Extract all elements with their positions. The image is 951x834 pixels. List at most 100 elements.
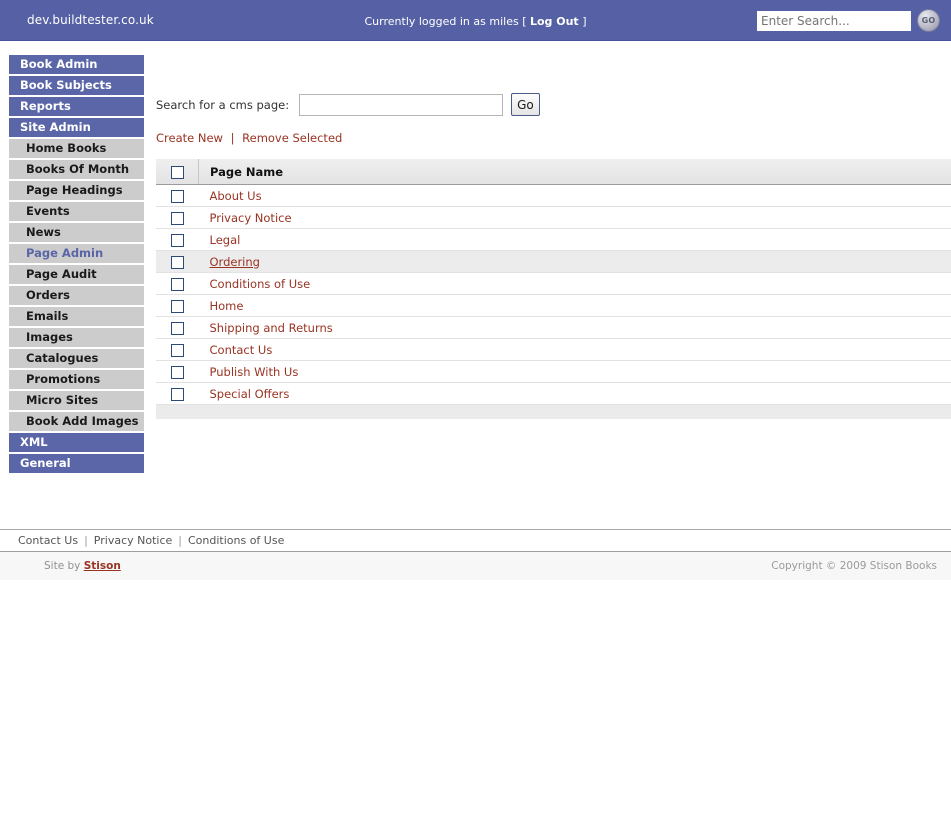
sidebar-item-books-of-month[interactable]: Books Of Month (9, 160, 144, 179)
row-checkbox-cell (156, 272, 199, 295)
stison-link[interactable]: Stison (84, 560, 121, 572)
select-all-header (156, 159, 199, 185)
row-checkbox-cell (156, 338, 199, 361)
row-checkbox[interactable] (170, 299, 184, 313)
sidebar-item-orders[interactable]: Orders (9, 286, 144, 305)
row-checkbox[interactable] (170, 365, 184, 379)
table-footer-row (156, 404, 951, 419)
page-name-cell: Privacy Notice (198, 206, 951, 229)
row-checkbox[interactable] (170, 343, 184, 357)
row-checkbox-cell (156, 360, 199, 383)
sidebar-item-general[interactable]: General (9, 454, 144, 473)
cms-pages-table: Page Name About Us Privacy Notice Legal Ord… (156, 159, 951, 419)
row-checkbox[interactable] (170, 321, 184, 335)
sidebar-item-catalogues[interactable]: Catalogues (9, 349, 144, 368)
row-checkbox[interactable] (170, 211, 184, 225)
page-name-link[interactable]: Conditions of Use (210, 277, 311, 291)
table-row[interactable]: About Us (156, 184, 951, 207)
create-new-link[interactable]: Create New (156, 131, 223, 145)
sidebar-navigation: Book Admin Book Subjects Reports Site Admin… (9, 55, 144, 475)
sidebar-item-home-books[interactable]: Home Books (9, 139, 144, 158)
row-checkbox-cell (156, 316, 199, 339)
sidebar-item-news[interactable]: News (9, 223, 144, 242)
footer-link-privacy-notice[interactable]: Privacy Notice (94, 534, 172, 547)
table-row[interactable]: Legal (156, 228, 951, 251)
footer-links: Contact Us | Privacy Notice | Conditions of … (0, 529, 951, 551)
page-name-link[interactable]: Shipping and Returns (210, 321, 333, 335)
page-name-link[interactable]: Home (210, 299, 244, 313)
table-row[interactable]: Shipping and Returns (156, 316, 951, 339)
row-checkbox[interactable] (170, 189, 184, 203)
sidebar-item-book-add-images[interactable]: Book Add Images (9, 412, 144, 431)
row-checkbox[interactable] (170, 233, 184, 247)
row-checkbox[interactable] (170, 255, 184, 269)
row-checkbox-cell (156, 294, 199, 317)
site-by-label: Site by (44, 560, 84, 572)
sidebar-item-events[interactable]: Events (9, 202, 144, 221)
table-body: About Us Privacy Notice Legal Ordering Condi… (156, 184, 951, 405)
cms-search-go-button[interactable]: Go (511, 93, 540, 116)
search-go-icon[interactable]: GO (917, 9, 940, 32)
cms-page-search-row: Search for a cms page: Go (156, 41, 951, 116)
row-checkbox[interactable] (170, 387, 184, 401)
page-name-link[interactable]: Special Offers (210, 387, 290, 401)
sidebar-item-page-admin[interactable]: Page Admin (9, 244, 144, 263)
sidebar-item-promotions[interactable]: Promotions (9, 370, 144, 389)
sidebar-item-micro-sites[interactable]: Micro Sites (9, 391, 144, 410)
cms-search-input[interactable] (299, 93, 504, 116)
login-status-suffix: ] (582, 15, 587, 28)
page-shell: Book Admin Book Subjects Reports Site Admin… (0, 41, 951, 580)
page-name-cell: Special Offers (198, 382, 951, 405)
page-name-cell: Home (198, 294, 951, 317)
table-row[interactable]: Publish With Us (156, 360, 951, 383)
table-row[interactable]: Privacy Notice (156, 206, 951, 229)
row-checkbox[interactable] (170, 277, 184, 291)
sidebar-item-images[interactable]: Images (9, 328, 144, 347)
page-name-link[interactable]: Ordering (210, 255, 260, 269)
page-name-link[interactable]: Publish With Us (210, 365, 299, 379)
row-checkbox-cell (156, 382, 199, 405)
page-name-link[interactable]: Legal (210, 233, 241, 247)
cms-search-label: Search for a cms page: (156, 97, 290, 112)
table-row[interactable]: Conditions of Use (156, 272, 951, 295)
page-name-cell: Contact Us (198, 338, 951, 361)
sidebar-item-xml[interactable]: XML (9, 433, 144, 452)
footer-link-conditions-of-use[interactable]: Conditions of Use (188, 534, 284, 547)
sidebar-item-page-headings[interactable]: Page Headings (9, 181, 144, 200)
table-header-row: Page Name (156, 159, 951, 185)
table-row[interactable]: Special Offers (156, 382, 951, 405)
sidebar-item-book-admin[interactable]: Book Admin (9, 55, 144, 74)
copyright-label: Copyright © 2009 Stison Books (771, 560, 937, 572)
header-search: GO (757, 9, 940, 32)
page-name-cell: Conditions of Use (198, 272, 951, 295)
table-row[interactable]: Home (156, 294, 951, 317)
row-checkbox-cell (156, 250, 199, 273)
action-links-separator: | (230, 131, 235, 145)
footer-link-separator: | (178, 534, 182, 547)
table-head: Page Name (156, 159, 951, 185)
page-name-link[interactable]: Contact Us (210, 343, 273, 357)
sidebar-item-site-admin[interactable]: Site Admin (9, 118, 144, 137)
footer-link-contact-us[interactable]: Contact Us (18, 534, 78, 547)
sidebar-item-emails[interactable]: Emails (9, 307, 144, 326)
page-name-link[interactable]: Privacy Notice (210, 211, 292, 225)
row-checkbox-cell (156, 206, 199, 229)
log-out-link[interactable]: Log Out (530, 15, 579, 28)
page-name-link[interactable]: About Us (210, 189, 262, 203)
footer-link-separator: | (84, 534, 88, 547)
sidebar-item-reports[interactable]: Reports (9, 97, 144, 116)
sidebar-item-page-audit[interactable]: Page Audit (9, 265, 144, 284)
select-all-checkbox[interactable] (170, 165, 184, 179)
table-row[interactable]: Contact Us (156, 338, 951, 361)
page-name-cell: Ordering (198, 250, 951, 273)
page-name-cell: Legal (198, 228, 951, 251)
site-by-credit: Site by Stison (44, 560, 121, 572)
sidebar-item-book-subjects[interactable]: Book Subjects (9, 76, 144, 95)
search-input[interactable] (757, 10, 911, 31)
table-row[interactable]: Ordering (156, 250, 951, 273)
login-status-prefix: Currently logged in as miles [ (364, 15, 527, 28)
table-footer-cell-check (156, 404, 199, 419)
remove-selected-link[interactable]: Remove Selected (242, 131, 342, 145)
table-foot (156, 404, 951, 419)
page-name-header: Page Name (198, 159, 951, 185)
